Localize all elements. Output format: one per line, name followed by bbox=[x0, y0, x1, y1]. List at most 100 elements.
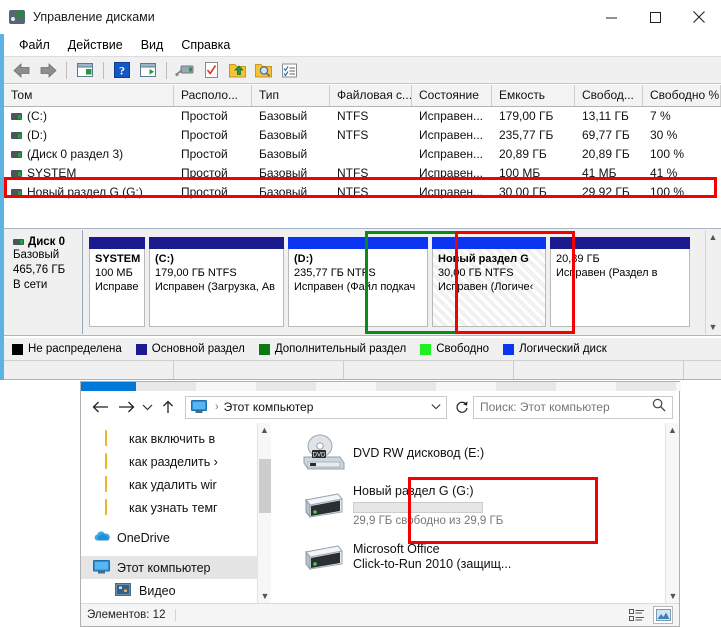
refresh-icon[interactable] bbox=[451, 396, 473, 419]
partition-block[interactable]: Новый раздел G 30,00 ГБ NTFS Исправен (Лог… bbox=[432, 237, 546, 327]
partition-status: Исправен (Файл подкач bbox=[294, 281, 416, 293]
up-arrow-icon[interactable] bbox=[155, 394, 181, 420]
cell-type: Базовый bbox=[259, 185, 308, 199]
show-hide-tree-icon[interactable] bbox=[73, 59, 97, 81]
back-arrow-icon[interactable] bbox=[10, 59, 34, 81]
drive-item[interactable]: Новый раздел G (G:) 29,9 ГБ свободно из 2… bbox=[293, 483, 679, 527]
maximize-icon[interactable] bbox=[633, 0, 677, 34]
sidebar-item-3[interactable]: как узнать темг bbox=[81, 496, 271, 519]
breadcrumb-separator: › bbox=[215, 401, 219, 413]
sidebar-item-5[interactable]: Этот компьютер bbox=[81, 556, 271, 579]
column-header[interactable]: Тип bbox=[252, 85, 330, 106]
drive-text: Новый раздел G (G:) 29,9 ГБ свободно из 2… bbox=[353, 484, 503, 527]
legend-swatch bbox=[420, 343, 432, 355]
column-header[interactable]: Том bbox=[4, 85, 174, 106]
details-view-icon[interactable] bbox=[627, 606, 647, 624]
column-header[interactable]: Состояние bbox=[412, 85, 492, 106]
address-bar[interactable]: › Этот компьютер bbox=[185, 395, 447, 419]
forward-arrow-icon[interactable] bbox=[36, 59, 60, 81]
cell-status: Исправен... bbox=[419, 128, 484, 142]
drive-list: DVD DVD RW дисковод (E:) Новый раздел G (G… bbox=[293, 431, 679, 579]
drive-text: DVD RW дисковод (E:) bbox=[353, 446, 484, 461]
navigation-scrollbar[interactable]: ▲ ▼ bbox=[257, 423, 271, 603]
cell-capacity: 30,00 ГБ bbox=[499, 185, 547, 199]
drive-item[interactable]: DVD DVD RW дисковод (E:) bbox=[293, 431, 679, 475]
column-header[interactable]: Располо... bbox=[174, 85, 252, 106]
graphic-scrollbar[interactable]: ▲ ▼ bbox=[705, 230, 720, 334]
partition-block[interactable]: 20,89 ГБ Исправен (Раздел в bbox=[550, 237, 690, 327]
scroll-up-icon[interactable]: ▲ bbox=[258, 423, 271, 437]
partition-details: (C:) 179,00 ГБ NTFS Исправен (Загрузка, Ав bbox=[149, 249, 284, 327]
sidebar-item-4[interactable]: OneDrive bbox=[81, 526, 271, 549]
column-header[interactable]: Свобод... bbox=[575, 85, 643, 106]
disk-summary[interactable]: Диск 0 Базовый 465,76 ГБ В сети bbox=[5, 230, 83, 334]
column-header[interactable]: Файловая с... bbox=[330, 85, 412, 106]
find-icon[interactable] bbox=[251, 59, 275, 81]
partition-status: Исправен (Логиче‹ bbox=[438, 281, 534, 293]
scrollbar-thumb[interactable] bbox=[259, 459, 271, 513]
cell-layout: Простой bbox=[181, 147, 228, 161]
options-icon[interactable] bbox=[277, 59, 301, 81]
rescan-disks-icon[interactable] bbox=[173, 59, 197, 81]
video-folder-icon bbox=[115, 583, 132, 598]
scroll-up-icon[interactable]: ▲ bbox=[666, 423, 679, 437]
table-row[interactable]: (C:) Простой Базовый NTFS Исправен... 179,00 … bbox=[4, 107, 721, 126]
close-icon[interactable] bbox=[677, 0, 721, 34]
export-list-icon[interactable] bbox=[225, 59, 249, 81]
chevron-down-icon[interactable] bbox=[139, 394, 155, 420]
menu-item-file[interactable]: Файл bbox=[10, 38, 59, 52]
chevron-down-icon[interactable] bbox=[425, 402, 441, 413]
volume-label: (C:) bbox=[27, 109, 47, 123]
cell-free_pct: 100 % bbox=[650, 185, 685, 199]
partition-block[interactable]: (C:) 179,00 ГБ NTFS Исправен (Загрузка, Ав bbox=[149, 237, 284, 327]
folder-icon bbox=[105, 499, 122, 515]
table-row[interactable]: (D:) Простой Базовый NTFS Исправен... 235,77 … bbox=[4, 126, 721, 145]
menu-item-view[interactable]: Вид bbox=[132, 38, 173, 52]
partition-details: SYSTEM 100 МБ Исправе bbox=[89, 249, 145, 327]
table-row[interactable]: (Диск 0 раздел 3) Простой Базовый Исправен.… bbox=[4, 145, 721, 164]
window-title: Управление дисками bbox=[33, 10, 155, 24]
volume-label: SYSTEM bbox=[27, 166, 77, 180]
cell-status: Исправен... bbox=[419, 109, 484, 123]
drive-item[interactable]: Microsoft Office Click-to-Run 2010 (защищ… bbox=[293, 535, 679, 579]
this-pc-icon bbox=[191, 400, 207, 414]
minimize-icon[interactable] bbox=[589, 0, 633, 34]
scroll-down-icon[interactable]: ▼ bbox=[258, 589, 271, 603]
this-pc-icon bbox=[93, 560, 110, 575]
scroll-down-icon[interactable]: ▼ bbox=[709, 322, 718, 332]
menu-item-help[interactable]: Справка bbox=[172, 38, 239, 52]
cell-status: Исправен... bbox=[419, 185, 484, 199]
toolbar-separator bbox=[166, 61, 167, 79]
dvd-drive-icon: DVD bbox=[293, 433, 353, 473]
search-input[interactable]: Поиск: Этот компьютер bbox=[473, 395, 673, 419]
sidebar-item-label: как включить в bbox=[129, 431, 216, 446]
column-header[interactable]: Свободно % bbox=[643, 85, 721, 106]
table-row[interactable]: SYSTEM Простой Базовый NTFS Исправен... 100 М… bbox=[4, 164, 721, 183]
sidebar-item-6[interactable]: Видео bbox=[81, 579, 271, 602]
explorer-navigation-bar: › Этот компьютер Поиск: Этот компьютер bbox=[81, 391, 679, 423]
help-icon[interactable]: ? bbox=[110, 59, 134, 81]
properties-icon[interactable] bbox=[199, 59, 223, 81]
content-scrollbar[interactable]: ▲ ▼ bbox=[665, 423, 679, 603]
search-icon[interactable] bbox=[652, 398, 666, 417]
sidebar-item-0[interactable]: как включить в bbox=[81, 427, 271, 450]
large-icons-view-icon[interactable] bbox=[653, 606, 673, 624]
sidebar-item-label: как удалить wir bbox=[129, 477, 217, 492]
table-row[interactable]: Новый раздел G (G:) Простой Базовый NTFS Исп… bbox=[4, 183, 721, 202]
sidebar-item-1[interactable]: как разделить › bbox=[81, 450, 271, 473]
column-header[interactable]: Емкость bbox=[492, 85, 575, 106]
back-arrow-icon[interactable] bbox=[87, 394, 113, 420]
scroll-down-icon[interactable]: ▼ bbox=[666, 589, 680, 603]
partition-label: (D:) bbox=[294, 253, 313, 265]
forward-arrow-icon[interactable] bbox=[113, 394, 139, 420]
partition-block[interactable]: (D:) 235,77 ГБ NTFS Исправен (Файл подкач bbox=[288, 237, 428, 327]
ribbon-tab-strip[interactable] bbox=[81, 382, 681, 391]
cell-volume: (C:) bbox=[4, 107, 174, 126]
scroll-up-icon[interactable]: ▲ bbox=[709, 232, 718, 242]
menu-item-action[interactable]: Действие bbox=[59, 38, 132, 52]
show-action-pane-icon[interactable] bbox=[136, 59, 160, 81]
partition-block[interactable]: SYSTEM 100 МБ Исправе bbox=[89, 237, 145, 327]
sidebar-item-2[interactable]: как удалить wir bbox=[81, 473, 271, 496]
cell-capacity: 20,89 ГБ bbox=[499, 147, 547, 161]
cell-free: 13,11 ГБ bbox=[582, 109, 629, 123]
